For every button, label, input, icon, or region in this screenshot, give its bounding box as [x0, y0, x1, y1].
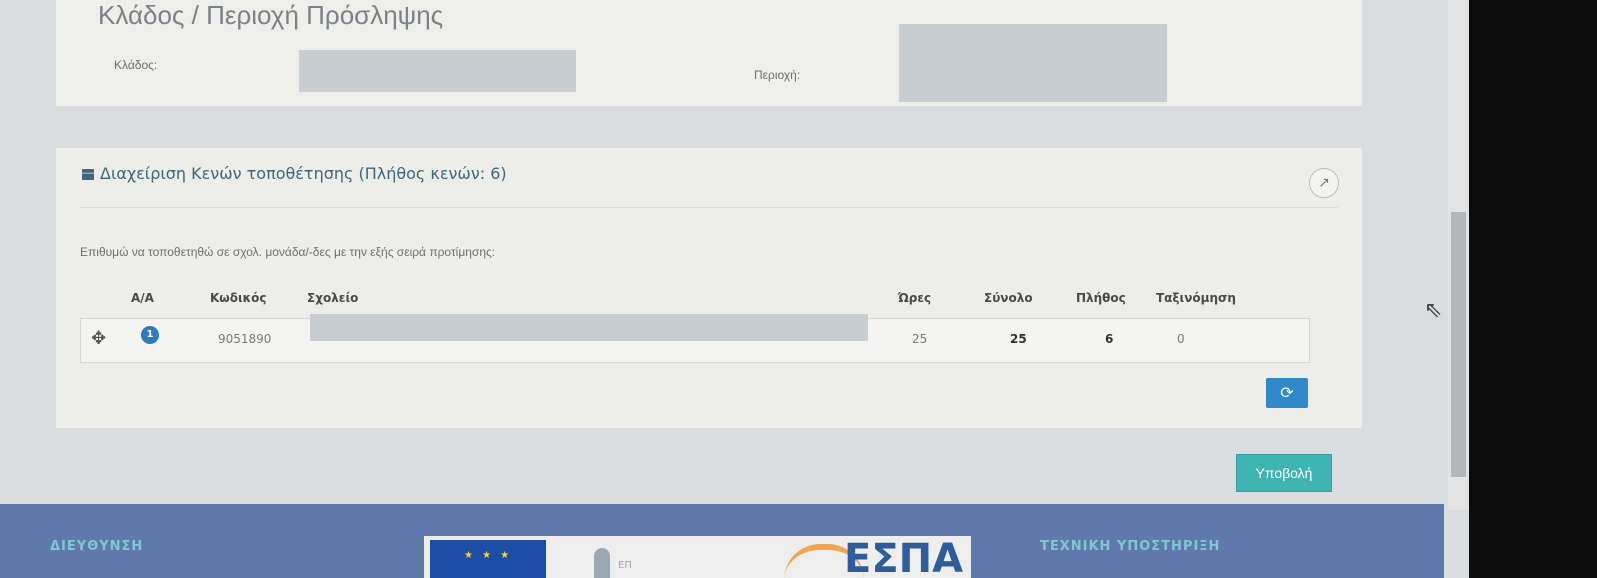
- expand-button[interactable]: ↗: [1309, 168, 1339, 198]
- hours-value: 25: [912, 332, 928, 346]
- vacancies-panel: Διαχείριση Κενών τοποθέτησης (Πλήθος κεν…: [56, 148, 1362, 428]
- school-code: 9051890: [218, 332, 272, 346]
- move-handle-icon[interactable]: ✥: [91, 328, 106, 349]
- total-value: 25: [1010, 332, 1027, 346]
- branch-field[interactable]: [299, 50, 576, 92]
- scrollbar[interactable]: [1448, 0, 1469, 510]
- table-row[interactable]: ✥ 1 9051890 25 25 6 0: [80, 314, 1310, 363]
- ep-logo-text: ΕΠ: [618, 560, 632, 571]
- count-value: 6: [1105, 332, 1114, 346]
- mouse-cursor-icon: ⇖: [1424, 298, 1443, 323]
- header-count: Πλήθος: [1076, 291, 1126, 305]
- header-code: Κωδικός: [210, 291, 267, 305]
- submit-button[interactable]: Υποβολή: [1236, 454, 1332, 492]
- eu-flag-icon: ★ ★ ★: [430, 540, 546, 578]
- panel-title: Διαχείριση Κενών τοποθέτησης (Πλήθος κεν…: [82, 164, 507, 183]
- header-school: Σχολείο: [307, 291, 359, 305]
- header-aa: Α/Α: [131, 291, 154, 305]
- footer-support-heading: ΤΕΧΝΙΚΗ ΥΠΟΣΤΗΡΙΞΗ: [1040, 539, 1221, 554]
- header-total: Σύνολο: [984, 291, 1033, 305]
- branch-label: Κλάδος:: [114, 58, 158, 72]
- panel-divider: [80, 207, 1338, 208]
- scroll-thumb[interactable]: [1451, 212, 1466, 477]
- recruitment-area-panel: Κλάδος / Περιοχή Πρόσληψης Κλάδος: Περιο…: [56, 0, 1362, 106]
- order-badge: 1: [141, 326, 159, 344]
- refresh-button[interactable]: ⟳: [1266, 378, 1308, 408]
- refresh-icon: ⟳: [1280, 383, 1294, 402]
- rank-value: 0: [1177, 332, 1185, 346]
- panel-title-text: Διαχείριση Κενών τοποθέτησης (Πλήθος κεν…: [100, 164, 507, 183]
- book-icon: [82, 169, 94, 180]
- area-label: Περιοχή:: [754, 68, 801, 82]
- section-heading: Κλάδος / Περιοχή Πρόσληψης: [98, 0, 444, 30]
- header-rank: Ταξινόμηση: [1156, 291, 1236, 305]
- espa-logo: ΕΣΠΑ: [844, 536, 964, 578]
- footer: ΔΙΕΥΘΥΝΣΗ ★ ★ ★ ΕΠ ΕΣΠΑ ΤΕΧΝΙΚΗ ΥΠΟΣΤΗΡΙ…: [0, 504, 1444, 578]
- ep-logo-icon: [594, 548, 610, 578]
- screen-bezel: [1469, 0, 1597, 578]
- area-field[interactable]: [899, 24, 1167, 102]
- footer-address-heading: ΔΙΕΥΘΥΝΣΗ: [50, 539, 144, 554]
- funding-logos: ★ ★ ★ ΕΠ ΕΣΠΑ: [424, 536, 971, 578]
- eu-stars: ★ ★ ★: [464, 550, 513, 561]
- school-name-redacted: [310, 314, 868, 341]
- header-hours: Ώρες: [898, 291, 932, 305]
- preference-instructions: Επιθυμώ να τοποθετηθώ σε σχολ. μονάδα/-δ…: [80, 245, 496, 259]
- expand-icon: ↗: [1318, 175, 1330, 191]
